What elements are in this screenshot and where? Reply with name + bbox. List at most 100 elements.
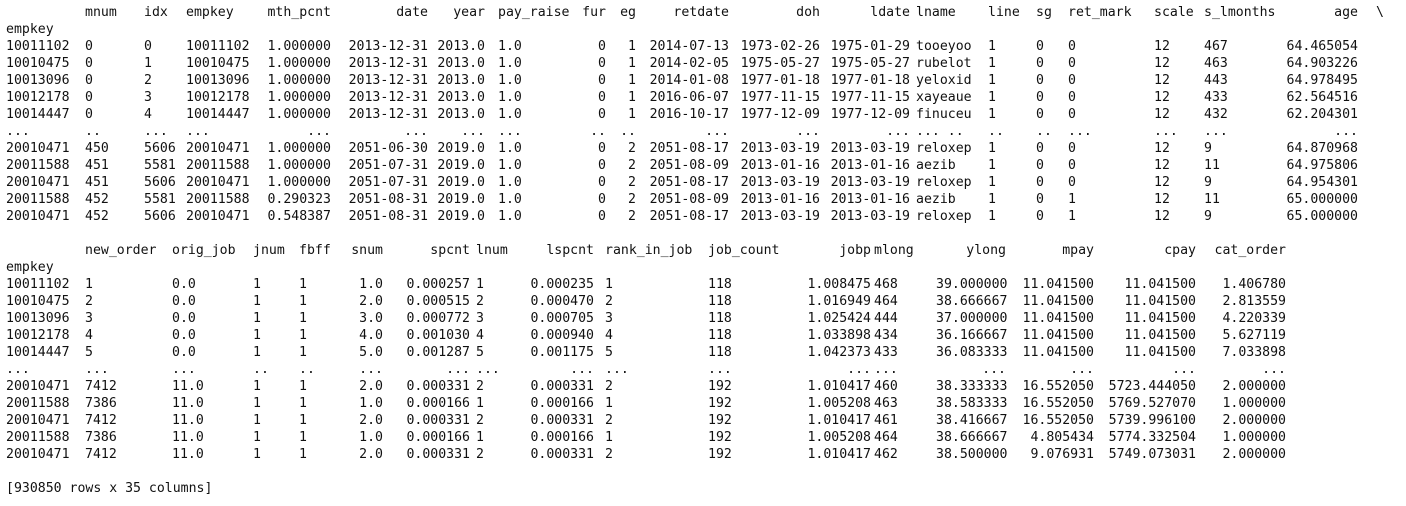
table-cell: 1	[988, 192, 996, 207]
table-cell: ..	[620, 124, 636, 139]
table-cell: 2	[628, 158, 636, 173]
table-cell: 4.805434	[1030, 430, 1094, 445]
table-cell: tooeyoo	[916, 39, 972, 54]
column-header: snum	[351, 243, 383, 258]
table-cell: 64.903226	[1286, 56, 1358, 71]
column-header: jobp	[839, 243, 871, 258]
table-cell: 4	[605, 328, 613, 343]
table-cell: 1.0	[498, 39, 522, 54]
table-cell: 1.000000	[267, 107, 331, 122]
table-cell: ...	[847, 362, 871, 377]
column-header: cpay	[1164, 243, 1196, 258]
table-cell: 2013-12-31	[348, 56, 428, 71]
table-cell: 3	[144, 90, 152, 105]
table-cell: 0	[598, 90, 606, 105]
table-cell: 2	[476, 379, 484, 394]
row-index: 20011588	[6, 396, 70, 411]
table-cell: 2051-07-31	[348, 158, 428, 173]
column-header: idx	[144, 5, 168, 20]
table-cell: ..	[988, 124, 1004, 139]
table-cell: 0.000705	[530, 311, 594, 326]
table-cell: 16.552050	[1022, 379, 1094, 394]
column-header: mnum	[85, 5, 117, 20]
table-cell: 2013-03-19	[740, 209, 820, 224]
table-cell: 62.204301	[1286, 107, 1358, 122]
column-header: eg	[620, 5, 636, 20]
table-cell: 0	[1068, 39, 1076, 54]
table-cell: 1.000000	[267, 158, 331, 173]
table-cell: 1	[299, 345, 307, 360]
table-cell: finuceu	[916, 107, 972, 122]
table-cell: 1.000000	[267, 39, 331, 54]
table-cell: 2013.0	[437, 90, 485, 105]
column-header: \	[1376, 5, 1384, 20]
table-cell: 0.000257	[406, 277, 470, 292]
table-cell: 1.000000	[1222, 430, 1286, 445]
table-cell: 1	[299, 413, 307, 428]
table-cell: 2019.0	[437, 141, 485, 156]
column-header: lname	[916, 5, 956, 20]
column-header: sg	[1036, 5, 1052, 20]
table-cell: 4	[476, 328, 484, 343]
table-cell: 2	[605, 379, 613, 394]
table-cell: 5739.996100	[1108, 413, 1196, 428]
table-cell: 5606	[144, 141, 176, 156]
table-cell: 1975-01-29	[830, 39, 910, 54]
row-index: 10012178	[6, 328, 70, 343]
table-cell: 39.000000	[936, 277, 1008, 292]
row-index: 20010471	[6, 447, 70, 462]
table-cell: 11.0	[172, 447, 204, 462]
table-cell: 2013-12-31	[348, 73, 428, 88]
table-cell: 11.041500	[1124, 345, 1196, 360]
table-cell: 5774.332504	[1108, 430, 1196, 445]
row-index: 20010471	[6, 413, 70, 428]
table-cell: 7.033898	[1222, 345, 1286, 360]
table-cell: ...	[461, 124, 485, 139]
table-cell: 10010475	[186, 56, 250, 71]
table-cell: 1	[253, 311, 261, 326]
table-cell: 3	[85, 311, 93, 326]
table-cell: 0	[85, 39, 93, 54]
table-cell: 1.0	[498, 90, 522, 105]
table-cell: 1.008475	[807, 277, 871, 292]
table-cell: 11.041500	[1124, 328, 1196, 343]
table-cell: 1	[988, 73, 996, 88]
table-cell: 0	[598, 141, 606, 156]
table-cell: 1	[476, 277, 484, 292]
table-cell: 64.978495	[1286, 73, 1358, 88]
table-cell: 2013-12-31	[348, 90, 428, 105]
column-header: pay_raise	[498, 5, 570, 20]
table-cell: 192	[708, 430, 732, 445]
table-cell: 38.666667	[936, 294, 1008, 309]
table-cell: 1.0	[498, 175, 522, 190]
table-cell: 3	[605, 311, 613, 326]
table-cell: 1	[988, 141, 996, 156]
table-cell: 1.042373	[807, 345, 871, 360]
table-cell: ...	[982, 362, 1006, 377]
table-cell: 5581	[144, 192, 176, 207]
table-cell: 3	[476, 311, 484, 326]
column-header: new_order	[85, 243, 157, 258]
table-cell: 2013-03-19	[830, 175, 910, 190]
table-cell: 1	[253, 413, 261, 428]
row-index: 20011588	[6, 192, 70, 207]
table-cell: 2013-03-19	[740, 175, 820, 190]
column-header: lnum	[476, 243, 508, 258]
table-cell: 1	[253, 379, 261, 394]
table-cell: 0	[1068, 175, 1076, 190]
table-cell: 2013-01-16	[830, 158, 910, 173]
table-cell: 2	[628, 192, 636, 207]
table-cell: 1	[253, 430, 261, 445]
table-cell: 12	[1154, 192, 1170, 207]
table-cell: 5749.073031	[1108, 447, 1196, 462]
table-cell: 2013-03-19	[740, 141, 820, 156]
table-cell: 0.000331	[530, 447, 594, 462]
column-header: ldate	[870, 5, 910, 20]
table-cell: 65.000000	[1286, 192, 1358, 207]
table-cell: ...	[144, 124, 168, 139]
table-cell: 7412	[85, 379, 117, 394]
table-cell: 1.000000	[267, 90, 331, 105]
table-cell: 2019.0	[437, 175, 485, 190]
table-cell: 0	[598, 107, 606, 122]
table-cell: 1	[988, 175, 996, 190]
